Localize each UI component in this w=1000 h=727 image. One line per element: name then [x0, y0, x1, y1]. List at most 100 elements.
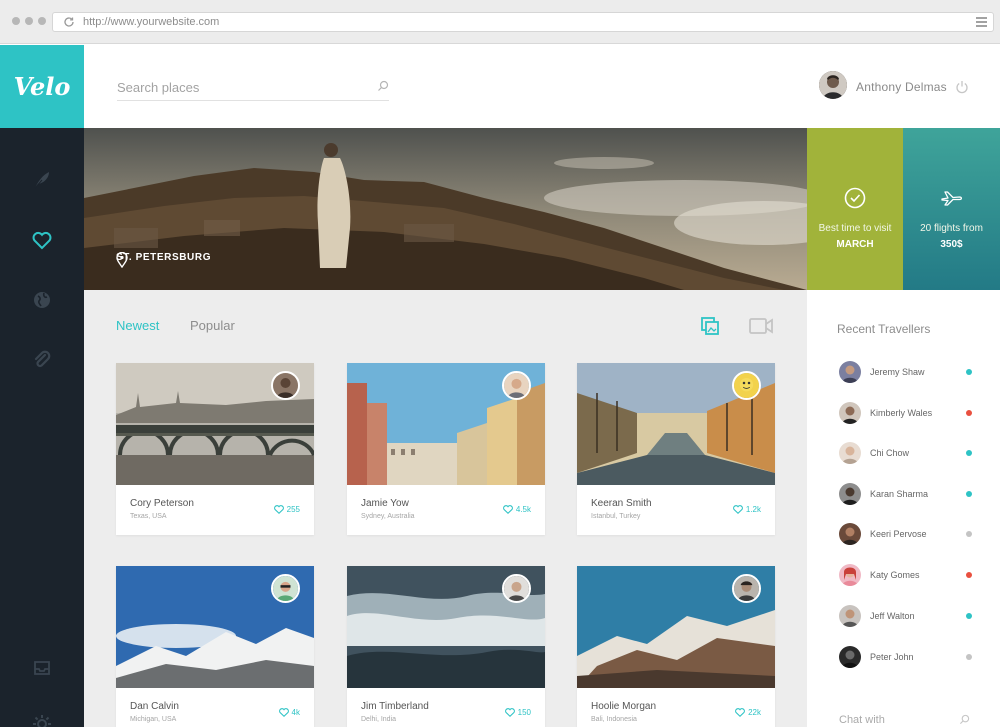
recent-travellers-panel: Recent Travellers Jeremy Shaw Kimberly W… — [807, 290, 1000, 727]
traveller-name: Jeff Walton — [870, 611, 915, 621]
globe-icon[interactable] — [30, 288, 54, 312]
window-dot-icon[interactable] — [12, 17, 20, 25]
author-avatar[interactable] — [502, 574, 531, 603]
destination-card[interactable]: Jamie Yow Sydney, Australia 4.5k — [347, 363, 545, 535]
card-author-name[interactable]: Cory Peterson — [130, 498, 194, 509]
traveller-avatar — [839, 564, 861, 586]
traveller-item[interactable]: Peter John — [839, 646, 972, 668]
like-button[interactable]: 255 — [273, 505, 300, 514]
author-avatar[interactable] — [502, 371, 531, 400]
author-avatar[interactable] — [732, 574, 761, 603]
like-button[interactable]: 4.5k — [502, 505, 531, 514]
heart-icon — [735, 708, 745, 717]
search-icon[interactable] — [959, 714, 970, 725]
heart-icon[interactable] — [30, 228, 54, 252]
paperclip-icon[interactable] — [30, 348, 54, 372]
card-image[interactable] — [116, 566, 314, 688]
card-author-name[interactable]: Dan Calvin — [130, 701, 179, 712]
power-icon[interactable] — [955, 80, 969, 94]
search-icon[interactable] — [377, 80, 389, 92]
card-author-name[interactable]: Hoolie Morgan — [591, 701, 656, 712]
traveller-avatar — [839, 646, 861, 668]
like-button[interactable]: 22k — [735, 708, 761, 717]
status-dot — [966, 491, 972, 497]
card-image[interactable] — [116, 363, 314, 485]
window-controls — [12, 17, 46, 25]
search-input[interactable] — [117, 77, 357, 97]
status-dot — [966, 572, 972, 578]
reload-icon[interactable] — [63, 16, 75, 28]
clock-icon — [844, 187, 866, 209]
hero-location[interactable]: ST. PETERSBURG — [116, 252, 211, 268]
card-image[interactable] — [577, 363, 775, 485]
user-avatar[interactable] — [819, 71, 847, 99]
destination-card[interactable]: Hoolie Morgan Bali, Indonesia 22k — [577, 566, 775, 727]
card-author-location: Istanbul, Turkey — [591, 513, 641, 520]
top-header: Anthony Delmas — [84, 45, 1000, 128]
traveller-item[interactable]: Keeri Pervose — [839, 523, 972, 545]
card-author-name[interactable]: Jamie Yow — [361, 498, 409, 509]
recent-travellers-title: Recent Travellers — [837, 322, 931, 336]
best-time-tile[interactable]: Best time to visit MARCH — [807, 128, 903, 290]
card-author-name[interactable]: Keeran Smith — [591, 498, 652, 509]
traveller-item[interactable]: Jeremy Shaw — [839, 361, 972, 383]
window-dot-icon[interactable] — [25, 17, 33, 25]
card-image[interactable] — [347, 566, 545, 688]
tab-newest[interactable]: Newest — [116, 318, 159, 333]
like-count: 255 — [286, 505, 300, 514]
card-author-location: Bali, Indonesia — [591, 716, 637, 723]
card-image[interactable] — [347, 363, 545, 485]
destination-card[interactable]: Keeran Smith Istanbul, Turkey 1.2k — [577, 363, 775, 535]
feather-icon[interactable] — [30, 168, 54, 192]
like-button[interactable]: 4k — [278, 708, 300, 717]
traveller-name: Keeri Pervose — [870, 529, 927, 539]
traveller-avatar — [839, 483, 861, 505]
best-time-value: MARCH — [836, 239, 874, 250]
traveller-item[interactable]: Kimberly Wales — [839, 402, 972, 424]
settings-icon[interactable] — [30, 712, 54, 727]
address-bar[interactable]: http://www.yourwebsite.com — [52, 12, 994, 32]
flights-label: 20 flights from — [920, 223, 983, 234]
card-author-location: Michigan, USA — [130, 716, 177, 723]
sidebar — [0, 128, 84, 727]
video-view-icon[interactable] — [749, 317, 773, 335]
traveller-name: Karan Sharma — [870, 489, 929, 499]
like-button[interactable]: 150 — [504, 708, 531, 717]
card-author-location: Sydney, Australia — [361, 513, 415, 520]
destination-card[interactable]: Jim Timberland Delhi, India 150 — [347, 566, 545, 727]
traveller-name: Kimberly Wales — [870, 408, 933, 418]
traveller-item[interactable]: Chi Chow — [839, 442, 972, 464]
traveller-item[interactable]: Jeff Walton — [839, 605, 972, 627]
user-name[interactable]: Anthony Delmas — [856, 80, 947, 94]
traveller-name: Katy Gomes — [870, 570, 920, 580]
map-pin-icon — [116, 252, 128, 268]
window-dot-icon[interactable] — [38, 17, 46, 25]
photos-view-icon[interactable] — [700, 316, 720, 336]
flights-tile[interactable]: 20 flights from 350$ — [903, 128, 1000, 290]
heart-icon — [502, 505, 513, 514]
like-count: 22k — [748, 708, 761, 717]
author-avatar[interactable] — [271, 371, 300, 400]
flights-price: 350$ — [940, 239, 963, 250]
traveller-avatar — [839, 523, 861, 545]
traveller-avatar — [839, 402, 861, 424]
destination-card[interactable]: Cory Peterson Texas, USA 255 — [116, 363, 314, 535]
like-count: 4.5k — [515, 505, 531, 514]
author-avatar[interactable] — [271, 574, 300, 603]
inbox-icon[interactable] — [30, 656, 54, 680]
author-avatar[interactable] — [732, 371, 761, 400]
like-button[interactable]: 1.2k — [732, 505, 761, 514]
card-image[interactable] — [577, 566, 775, 688]
menu-icon[interactable] — [976, 17, 987, 27]
card-author-name[interactable]: Jim Timberland — [361, 701, 429, 712]
hero-image — [84, 128, 807, 290]
destination-card[interactable]: Dan Calvin Michigan, USA 4k — [116, 566, 314, 727]
traveller-name: Chi Chow — [870, 448, 910, 458]
chat-with-label[interactable]: Chat with — [839, 714, 885, 726]
heart-icon — [504, 708, 515, 717]
url-text: http://www.yourwebsite.com — [83, 16, 220, 28]
traveller-item[interactable]: Karan Sharma — [839, 483, 972, 505]
tab-popular[interactable]: Popular — [190, 318, 235, 333]
logo[interactable]: Velo — [0, 45, 84, 128]
traveller-item[interactable]: Katy Gomes — [839, 564, 972, 586]
